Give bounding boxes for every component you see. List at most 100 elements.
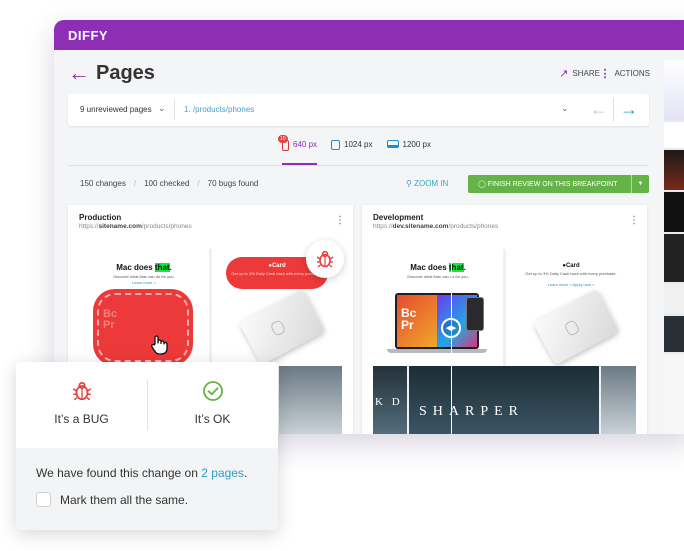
mark-all-checkbox[interactable] [36,492,51,507]
breakpoint-tabs: 10 640 px 1024 px 1200 px [278,135,431,165]
url-domain: sitename.com [98,223,142,230]
finish-dropdown-toggle[interactable]: ▼ [631,175,649,193]
chevron-down-icon[interactable]: ⌄ [561,103,569,114]
pages-link[interactable]: 2 pages [201,466,244,480]
movie-text: K D [375,396,403,408]
movie-banner: SHARPER [409,366,599,434]
review-stats: 150 changes / 100 checked / 70 bugs foun… [80,179,258,188]
thumbnail[interactable] [664,234,684,282]
share-label: SHARE [572,69,600,78]
separator: / [133,179,137,188]
mac-subtext: Discover what Mac can do for you. [407,274,469,279]
hand-cursor-icon [151,335,168,355]
popover-options: It’s a BUG It’s OK [16,362,278,448]
panel-url: https://dev.sitename.com/products/phones [373,223,498,230]
app-titlebar: DIFFY [54,20,684,50]
actions-button[interactable]: ⋮ ACTIONS [599,67,650,80]
message-text: . [243,466,248,480]
thumbnail[interactable] [664,354,684,434]
tablet-icon [331,140,341,150]
thumbnail[interactable] [664,192,684,232]
mobile-icon: 10 [278,135,289,151]
apple-card-image [238,288,326,366]
iphone-image [466,297,484,331]
tab-label: 640 px [293,140,318,149]
page-selector-bar: 9 unreviewed pages ⌄ 1. /products/phones… [68,94,649,126]
heading-text: . [169,263,172,272]
message-text: We have found this change on [36,466,202,480]
bug-icon-wrap [16,380,147,402]
finish-review-button[interactable]: ◯ FINISH REVIEW ON THIS BREAKPOINT ▼ [468,175,649,193]
separator: / [197,179,200,188]
thumbnail[interactable] [664,150,684,190]
heading-text: . [463,263,466,272]
bug-icon [72,381,91,401]
panel-title: Development [373,213,424,222]
diff-text-overlay: Bc Pr [103,308,118,331]
tabs-underline [68,165,649,166]
page-title: Pages [96,62,155,84]
mac-heading: Mac does that. [79,263,209,272]
thumbnail[interactable] [664,316,684,352]
thumbnail[interactable] [664,284,684,314]
apple-card-image [532,288,620,366]
apple-logo [269,318,287,337]
thumbnail[interactable] [664,60,684,120]
chevron-down-icon[interactable]: ⌄ [158,103,166,114]
heading-text: Mac does [116,263,155,272]
movie-title: SHARPER [419,404,525,419]
compare-slider-line[interactable] [451,249,452,434]
bug-marker[interactable] [306,240,344,278]
url-prefix: https:// [373,223,393,230]
macbook-base [387,349,487,353]
mac-link: Learn more > [132,280,156,285]
card-tile: ●Card Get up to 3% Daily Cash back with … [506,249,636,366]
url-prefix: https:// [79,223,99,230]
back-arrow-icon[interactable]: ← [68,60,90,86]
apple-logo [563,318,581,337]
heading-highlight: that [154,263,170,272]
stage: DIFFY ← Pages ↗ SHARE ⋮ ACTIONS 9 unrevi… [0,0,684,551]
more-vertical-icon[interactable]: ⋮ [629,215,639,226]
development-screenshot[interactable]: Mac does that. Discover what Mac can do … [373,249,636,434]
tab-label: 1024 px [344,140,373,149]
prev-arrow-icon[interactable]: ← [590,98,608,120]
mark-all-checkbox-row[interactable]: Mark them all the same. [36,492,188,507]
unreviewed-pages-select[interactable]: 9 unreviewed pages [80,105,152,114]
more-vertical-icon[interactable]: ⋮ [335,215,345,226]
zoom-in-button[interactable]: ⚲ ZOOM IN [406,179,448,188]
mac-tile: Mac does that. Discover what Mac can do … [79,249,209,366]
compare-slider-handle[interactable]: ◀▶ [441,318,461,338]
mark-all-label: Mark them all the same. [60,492,189,507]
mac-heading: Mac does that. [373,263,503,272]
share-button[interactable]: ↗ SHARE [559,67,600,80]
movie-banner: K D [373,366,407,434]
movie-banner [601,366,636,434]
url-path: /products/phones [141,223,192,230]
card-links: Learn more > Apply now > [547,282,595,287]
page-header: ← Pages ↗ SHARE ⋮ ACTIONS [68,60,650,86]
next-arrow-icon[interactable]: → [620,98,638,120]
finish-review-text: FINISH REVIEW ON THIS BREAKPOINT [487,181,618,188]
desktop-icon [386,140,399,148]
screen-text: Bc Pr [401,306,417,332]
finish-review-label: ◯ FINISH REVIEW ON THIS BREAKPOINT [468,180,631,188]
thumbnail-strip[interactable] [664,60,684,434]
bugs-count: 70 bugs found [207,179,259,188]
more-vertical-icon: ⋮ [599,68,611,80]
panel-title: Production [79,213,122,222]
mac-tile: Mac does that. Discover what Mac can do … [373,249,503,366]
tab-1200[interactable]: 1200 px [386,138,431,164]
development-panel: Development https://dev.sitename.com/pro… [362,205,647,434]
mark-as-bug-button[interactable]: It’s a BUG [16,362,147,448]
zoom-icon: ⚲ [406,179,412,188]
card-title-text: Card [565,263,580,269]
current-page-url[interactable]: 1. /products/phones [184,105,254,114]
mark-as-ok-button[interactable]: It’s OK [147,362,278,448]
thumbnail[interactable] [664,122,684,148]
changes-count: 150 changes [80,179,126,188]
tab-640[interactable]: 10 640 px [278,135,318,165]
url-domain: dev.sitename.com [392,223,449,230]
tab-1024[interactable]: 1024 px [331,138,373,164]
card-heading: ●Card [506,263,636,269]
